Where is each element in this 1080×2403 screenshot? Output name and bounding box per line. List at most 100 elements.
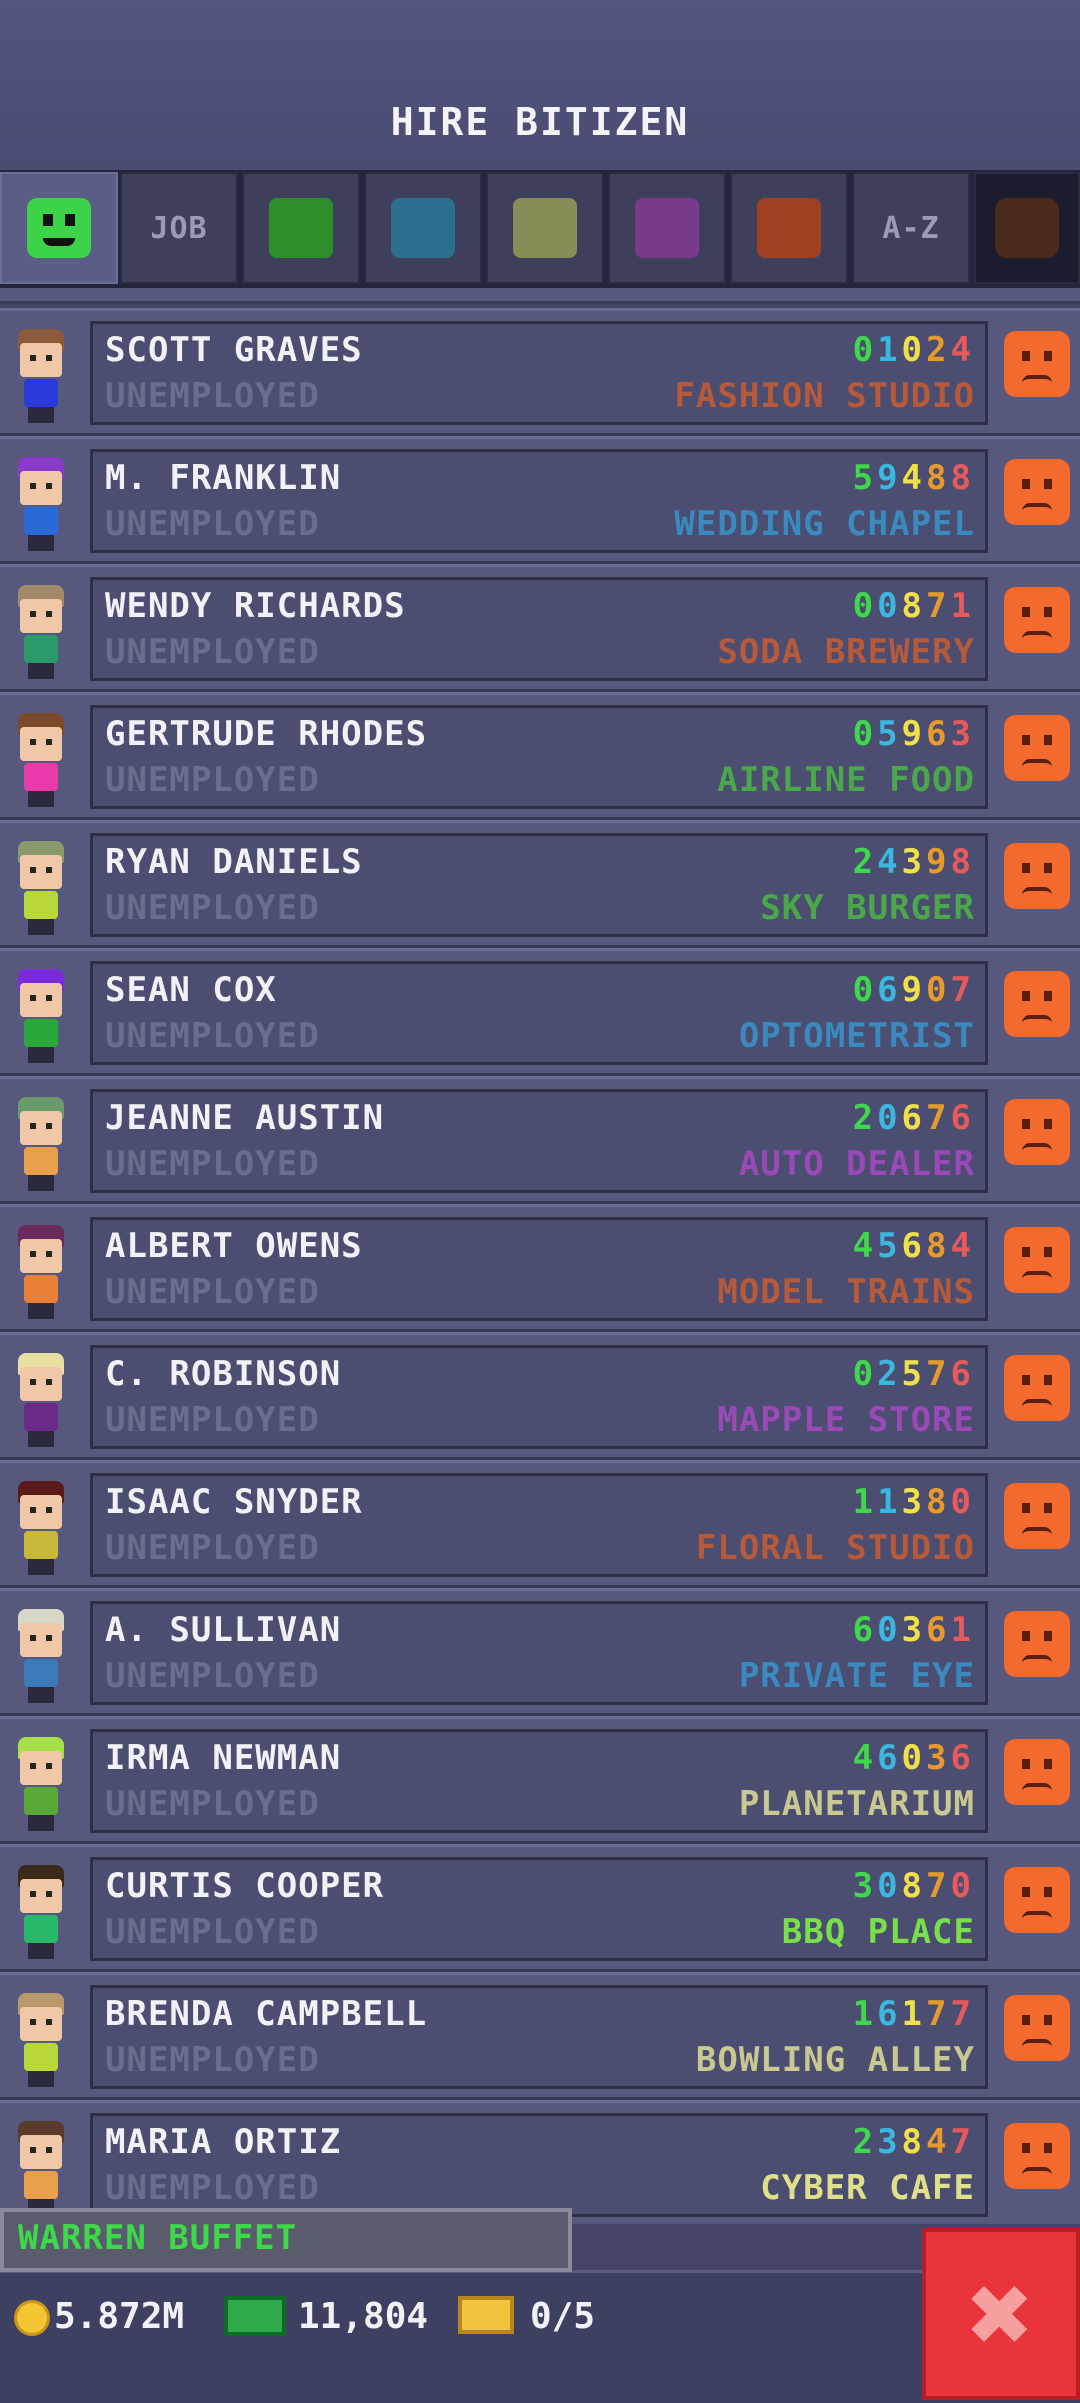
skill-digit: 0 [852,970,878,1010]
dream-job: FASHION STUDIO [674,376,975,416]
skill-digit: 1 [950,1610,975,1650]
bitizen-card[interactable]: SEAN COX UNEMPLOYED 06907 OPTOMETRIST [90,961,988,1065]
bitizen-card[interactable]: M. FRANKLIN UNEMPLOYED 59488 WEDDING CHA… [90,449,988,553]
unhappy-face-icon [1004,1099,1070,1165]
skill-digit: 1 [950,586,975,626]
list-item[interactable]: SEAN COX UNEMPLOYED 06907 OPTOMETRIST [0,948,1080,1076]
skill-digit: 5 [877,1226,902,1266]
tab-recreation-category[interactable] [486,172,604,284]
bitizen-card[interactable]: ISAAC SNYDER UNEMPLOYED 11380 FLORAL STU… [90,1473,988,1577]
bux-value: 0/5 [530,2296,596,2337]
list-item[interactable]: A. SULLIVAN UNEMPLOYED 60361 PRIVATE EYE [0,1588,1080,1716]
skill-digit: 0 [877,1866,902,1906]
list-item[interactable]: BRENDA CAMPBELL UNEMPLOYED 16177 BOWLING… [0,1972,1080,2100]
dream-job: BBQ PLACE [781,1912,975,1952]
skill-digit: 1 [877,330,902,370]
tab-food-category[interactable] [242,172,360,284]
unhappy-face-icon [1004,587,1070,653]
bitizen-card[interactable]: BRENDA CAMPBELL UNEMPLOYED 16177 BOWLING… [90,1985,988,2089]
bitizen-card[interactable]: JEANNE AUSTIN UNEMPLOYED 20676 AUTO DEAL… [90,1089,988,1193]
list-item[interactable]: WENDY RICHARDS UNEMPLOYED 00871 SODA BRE… [0,564,1080,692]
list-item[interactable]: ISAAC SNYDER UNEMPLOYED 11380 FLORAL STU… [0,1460,1080,1588]
dream-job: AIRLINE FOOD [717,760,975,800]
dream-job: WEDDING CHAPEL [674,504,975,544]
skill-digit: 8 [926,1482,951,1522]
bitizen-card[interactable]: C. ROBINSON UNEMPLOYED 02576 MAPPLE STOR… [90,1345,988,1449]
skill-digit: 5 [877,714,902,754]
selected-bitizen[interactable]: WARREN BUFFET [0,2208,572,2272]
blue-swatch-icon [391,198,455,258]
skill-digit: 4 [877,842,902,882]
close-button[interactable]: ✖ [922,2228,1080,2400]
avatar [10,713,74,813]
bitizen-card[interactable]: A. SULLIVAN UNEMPLOYED 60361 PRIVATE EYE [90,1601,988,1705]
list-item[interactable]: CURTIS COOPER UNEMPLOYED 30870 BBQ PLACE [0,1844,1080,1972]
list-item-partial[interactable] [0,288,1080,304]
bitizen-card[interactable]: SCOTT GRAVES UNEMPLOYED 01024 FASHION ST… [90,321,988,425]
list-item[interactable]: SCOTT GRAVES UNEMPLOYED 01024 FASHION ST… [0,308,1080,436]
bitizen-card[interactable]: IRMA NEWMAN UNEMPLOYED 46036 PLANETARIUM [90,1729,988,1833]
skill-digit: 3 [877,2122,902,2162]
bitizen-card[interactable]: RYAN DANIELS UNEMPLOYED 24398 SKY BURGER [90,833,988,937]
frown-icon [995,198,1059,258]
skill-ratings: 00871 [853,586,975,626]
skill-digit: 3 [901,842,927,882]
tab-unhappy[interactable] [974,172,1080,284]
list-item[interactable]: M. FRANKLIN UNEMPLOYED 59488 WEDDING CHA… [0,436,1080,564]
unhappy-face-icon [1004,1611,1070,1677]
list-item[interactable]: C. ROBINSON UNEMPLOYED 02576 MAPPLE STOR… [0,1332,1080,1460]
skill-digit: 8 [950,842,975,882]
close-icon: ✖ [967,2250,1035,2378]
avatar [10,1353,74,1453]
list-item[interactable]: JEANNE AUSTIN UNEMPLOYED 20676 AUTO DEAL… [0,1076,1080,1204]
avatar [10,2121,74,2221]
skill-digit: 0 [901,330,927,370]
bitizen-name: SCOTT GRAVES [105,330,363,370]
bitizen-status: UNEMPLOYED [105,1016,320,1056]
tab-retail-category[interactable] [608,172,726,284]
bitizen-status: UNEMPLOYED [105,1656,320,1696]
skill-digit: 3 [901,1482,927,1522]
avatar [10,1481,74,1581]
list-item[interactable]: MARIA ORTIZ UNEMPLOYED 23847 CYBER CAFE [0,2100,1080,2224]
dream-job: MODEL TRAINS [717,1272,975,1312]
list-item[interactable]: IRMA NEWMAN UNEMPLOYED 46036 PLANETARIUM [0,1716,1080,1844]
bitizen-status: UNEMPLOYED [105,760,320,800]
skill-digit: 6 [877,1738,902,1778]
header: HIRE BITIZEN [0,0,1080,170]
bitizen-card[interactable]: GERTRUDE RHODES UNEMPLOYED 05963 AIRLINE… [90,705,988,809]
unhappy-face-icon [1004,1227,1070,1293]
coin-icon [14,2300,50,2336]
cash-icon [224,2296,286,2336]
skill-digit: 5 [852,458,878,498]
list-item[interactable]: RYAN DANIELS UNEMPLOYED 24398 SKY BURGER [0,820,1080,948]
skill-ratings: 11380 [853,1482,975,1522]
skill-digit: 7 [950,970,975,1010]
bitizen-card[interactable]: MARIA ORTIZ UNEMPLOYED 23847 CYBER CAFE [90,2113,988,2217]
list-item[interactable]: ALBERT OWENS UNEMPLOYED 45684 MODEL TRAI… [0,1204,1080,1332]
tab-mood[interactable] [0,172,118,284]
skill-digit: 4 [950,330,975,370]
skill-digit: 1 [852,1482,878,1522]
bitizen-card[interactable]: ALBERT OWENS UNEMPLOYED 45684 MODEL TRAI… [90,1217,988,1321]
bitizen-list[interactable]: SCOTT GRAVES UNEMPLOYED 01024 FASHION ST… [0,288,1080,2224]
list-item[interactable]: GERTRUDE RHODES UNEMPLOYED 05963 AIRLINE… [0,692,1080,820]
bitizen-card[interactable]: CURTIS COOPER UNEMPLOYED 30870 BBQ PLACE [90,1857,988,1961]
skill-digit: 0 [901,1738,927,1778]
tab-a-z[interactable]: A-Z [852,172,970,284]
unhappy-face-icon [1004,1867,1070,1933]
tab-job[interactable]: JOB [120,172,238,284]
skill-digit: 6 [926,714,951,754]
skill-digit: 2 [852,842,878,882]
skill-digit: 5 [901,1354,927,1394]
unhappy-face-icon [1004,1995,1070,2061]
skill-digit: 8 [926,1226,951,1266]
tab-service-category[interactable] [364,172,482,284]
bitizen-card[interactable]: WENDY RICHARDS UNEMPLOYED 00871 SODA BRE… [90,577,988,681]
avatar [10,1993,74,2093]
dream-job: SKY BURGER [760,888,975,928]
dream-job: SODA BREWERY [717,632,975,672]
dream-job: PRIVATE EYE [738,1656,975,1696]
tab-creative-category[interactable] [730,172,848,284]
skill-digit: 0 [852,1354,878,1394]
